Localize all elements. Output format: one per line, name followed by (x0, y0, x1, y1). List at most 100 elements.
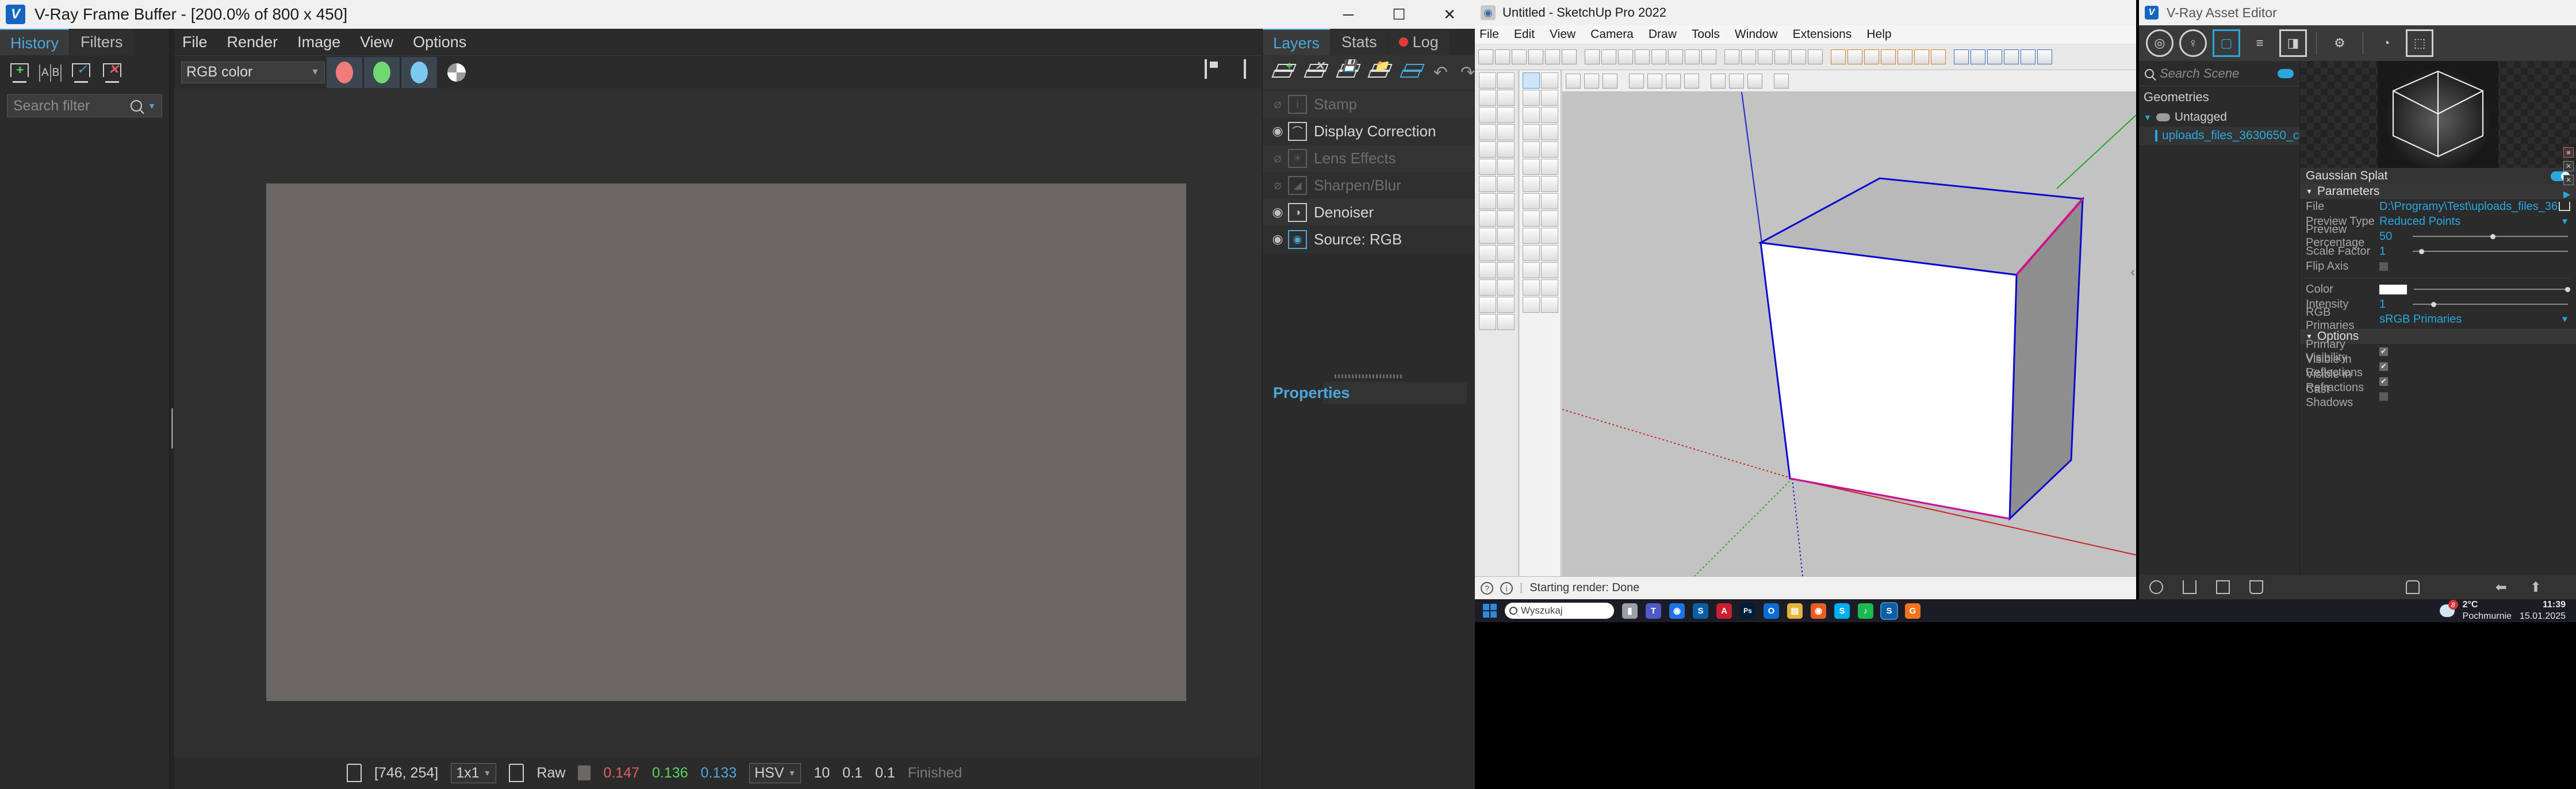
frame-buffer-tab[interactable]: ⬚ (2406, 29, 2433, 57)
taskbar-app-file-folder[interactable]: ▤ (1787, 603, 1803, 619)
toolbar-icon[interactable] (1954, 49, 1969, 64)
tool-icon[interactable] (1540, 193, 1558, 209)
tool-icon[interactable] (1540, 176, 1558, 192)
intensity-slider[interactable] (2413, 298, 2568, 310)
toolbar-icon[interactable] (1629, 73, 1644, 89)
tool-icon[interactable] (1478, 279, 1496, 296)
tool-icon[interactable] (1540, 90, 1558, 106)
sketchup-viewport[interactable]: ‹ (1562, 92, 2136, 576)
visible-in-refractions-checkbox[interactable]: ✔ (2379, 377, 2388, 386)
taskbar-app-sketchup-active[interactable]: S (1880, 602, 1898, 620)
chevron-down-icon[interactable]: ▼ (148, 101, 156, 110)
tool-icon[interactable] (1540, 124, 1558, 140)
delete-history-icon[interactable]: ✕ (101, 62, 124, 84)
tool-icon[interactable] (1522, 90, 1540, 106)
param-file[interactable]: File D:\Programy\Test\uploads_files_3630… (2300, 199, 2576, 214)
undo-icon[interactable]: ↶ (1433, 63, 1448, 83)
visibility-toggle-icon[interactable]: ◉ (1267, 124, 1288, 139)
add-asset-icon[interactable] (2149, 580, 2163, 594)
tool-icon[interactable] (1497, 124, 1515, 140)
layer-presets-icon[interactable] (1400, 64, 1425, 81)
toolbar-icon[interactable] (1562, 49, 1577, 64)
tool-icon[interactable] (1478, 297, 1496, 313)
param-value[interactable]: 1 (2379, 245, 2413, 258)
menu-view[interactable]: View (360, 33, 393, 51)
tool-icon[interactable] (1497, 279, 1515, 296)
toolbar-icon[interactable] (1478, 49, 1493, 64)
up-icon[interactable]: ⬆ (2530, 579, 2542, 596)
tool-icon[interactable] (1540, 297, 1558, 313)
toolbar-icon[interactable] (1685, 49, 1700, 64)
green-channel-button[interactable] (364, 56, 400, 88)
tool-icon[interactable] (1478, 159, 1496, 175)
toolbar-icon[interactable] (1931, 49, 1946, 64)
toolbar-icon[interactable] (1847, 49, 1862, 64)
tool-icon[interactable] (1522, 159, 1540, 175)
tool-icon[interactable] (1522, 107, 1540, 123)
tool-icon[interactable] (1497, 210, 1515, 227)
toolbar-icon[interactable] (2037, 49, 2052, 64)
color-swatch[interactable] (2379, 284, 2407, 294)
sample-mode-icon[interactable] (509, 764, 524, 782)
menu-edit[interactable]: Edit (1514, 28, 1535, 41)
save-image-icon[interactable] (1205, 59, 1229, 85)
toolbar-icon[interactable] (1566, 73, 1581, 89)
toolbar-icon[interactable] (1603, 73, 1617, 89)
cast-shadows-checkbox[interactable] (2379, 392, 2388, 401)
table-row[interactable]: ⌀ ✳ Lens Effects (1263, 145, 1475, 172)
param-value[interactable]: D:\Programy\Test\uploads_files_3630650_c… (2379, 200, 2559, 213)
taskbar-app-photoshop[interactable]: Ps (1740, 603, 1755, 619)
table-row[interactable]: ◉ ⌒ Display Correction (1263, 118, 1475, 145)
param-value[interactable]: 1 (2379, 298, 2413, 311)
tool-icon[interactable] (1497, 262, 1515, 278)
blue-channel-button[interactable] (401, 56, 437, 88)
error-badge-icon[interactable]: ■ (2563, 147, 2574, 158)
save-icon[interactable] (2216, 580, 2230, 594)
cleanup-icon[interactable] (2406, 580, 2420, 594)
tool-icon[interactable] (1497, 176, 1515, 192)
tool-icon[interactable] (1540, 72, 1558, 89)
tab-log[interactable]: Log (1388, 29, 1449, 55)
toolbar-icon[interactable] (1774, 49, 1789, 64)
tool-icon[interactable] (1478, 124, 1496, 140)
tool-icon[interactable] (1478, 72, 1496, 89)
tool-icon[interactable] (1478, 228, 1496, 244)
list-item[interactable]: uploads_files_3630650_city (2139, 127, 2311, 145)
tool-icon[interactable] (1497, 72, 1515, 89)
tool-icon[interactable] (1540, 279, 1558, 296)
tool-icon[interactable] (1497, 159, 1515, 175)
info-icon[interactable]: i (1500, 581, 1513, 595)
taskbar-search-input[interactable]: Wyszukaj (1505, 603, 1614, 619)
dock-resize-handle[interactable] (171, 408, 173, 449)
table-row[interactable]: ⌀ ◢ Sharpen/Blur (1263, 172, 1475, 199)
param-color[interactable]: Color (2300, 282, 2576, 297)
history-search-input[interactable]: Search filter ▼ (7, 94, 162, 117)
toolbar-icon[interactable] (1651, 49, 1666, 64)
toolbar-icon[interactable] (1701, 49, 1716, 64)
toolbar-icon[interactable] (1684, 73, 1699, 89)
close-icon[interactable]: ✕ (2563, 175, 2574, 185)
tool-icon[interactable] (1478, 262, 1496, 278)
tab-layers[interactable]: Layers (1263, 29, 1331, 55)
tool-icon[interactable] (1478, 245, 1496, 261)
menu-options[interactable]: Options (413, 33, 466, 51)
toolbar-icon[interactable] (1512, 49, 1527, 64)
toolbar-icon[interactable] (1601, 49, 1616, 64)
toolbar-icon[interactable] (1914, 49, 1929, 64)
materials-tab[interactable]: ◎ (2146, 29, 2174, 57)
tool-icon[interactable] (1497, 107, 1515, 123)
tree-group-untagged[interactable]: ▼ Untagged (2139, 108, 2299, 127)
toolbar-icon[interactable] (2021, 49, 2035, 64)
toolbar-icon[interactable] (1881, 49, 1896, 64)
toolbar-icon[interactable] (1758, 49, 1773, 64)
toolbar-icon[interactable] (1545, 49, 1560, 64)
load-layers-icon[interactable]: 📁 (1367, 60, 1393, 81)
tool-icon[interactable] (1497, 297, 1515, 313)
menu-extensions[interactable]: Extensions (1793, 28, 1852, 41)
table-row[interactable]: ⌀ i Stamp (1263, 91, 1475, 118)
tool-icon[interactable] (1478, 90, 1496, 106)
toolbar-icon[interactable] (1741, 49, 1756, 64)
back-icon[interactable]: ⬅ (2496, 579, 2507, 596)
tool-icon[interactable] (1522, 176, 1540, 192)
visibility-toggle-icon[interactable]: ⌀ (1267, 178, 1288, 193)
